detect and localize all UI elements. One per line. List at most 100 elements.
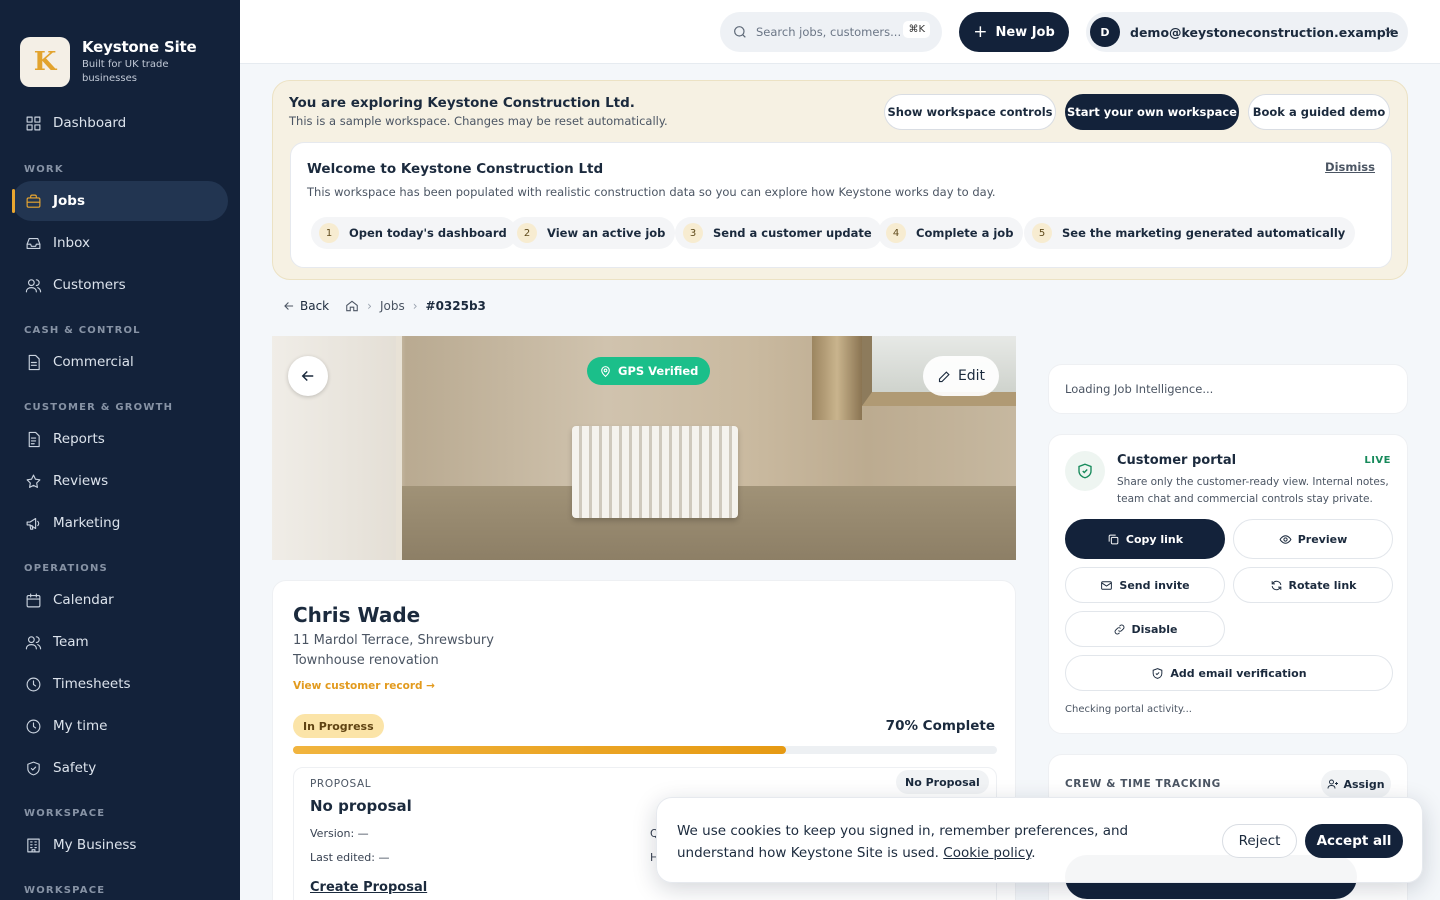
edit-photo-button[interactable]: Edit [923, 356, 999, 396]
onboarding-step[interactable]: 1 Open today's dashboard [311, 217, 517, 249]
status-badge: In Progress [293, 714, 384, 738]
sidebar-item-team[interactable]: Team [12, 622, 228, 662]
sidebar-item-dashboard[interactable]: Dashboard [12, 103, 228, 143]
location-pin-icon [601, 365, 610, 377]
send-invite-button[interactable]: Send invite [1065, 567, 1225, 603]
cookie-period: . [1031, 845, 1036, 861]
dismiss-link[interactable]: Dismiss [1325, 160, 1375, 174]
onboarding-step[interactable]: 2 View an active job [509, 217, 676, 249]
sidebar-item-label: Marketing [53, 515, 121, 531]
reject-cookies-button[interactable]: Reject [1222, 824, 1297, 858]
home-icon[interactable] [345, 299, 359, 313]
sidebar-item-commercial[interactable]: Commercial [12, 342, 228, 382]
inbox-icon [24, 234, 42, 252]
start-workspace-button[interactable]: Start your own workspace [1065, 94, 1239, 130]
portal-live-badge: LIVE [1364, 455, 1391, 466]
proposal-label: PROPOSAL [310, 778, 372, 790]
shield-check-icon [1065, 451, 1105, 491]
avatar: D [1090, 17, 1120, 47]
show-workspace-controls-button[interactable]: Show workspace controls [884, 94, 1056, 130]
calendar-icon [24, 591, 42, 609]
clock-icon [24, 675, 42, 693]
back-label: Back [300, 299, 330, 313]
step-label: Complete a job [916, 226, 1014, 240]
nav-section-cash: CASH & CONTROL [24, 325, 141, 336]
onboarding-step[interactable]: 3 Send a customer update [675, 217, 882, 249]
sidebar-item-marketing[interactable]: Marketing [12, 503, 228, 543]
sidebar-item-label: Jobs [53, 193, 85, 209]
sidebar-item-safety[interactable]: Safety [12, 748, 228, 788]
preview-button[interactable]: Preview [1233, 519, 1393, 559]
proposal-status-badge: No Proposal [896, 770, 989, 794]
sidebar-item-my-business[interactable]: My Business [12, 825, 228, 865]
eye-icon [1279, 534, 1292, 544]
breadcrumb-jobs[interactable]: Jobs [380, 299, 405, 313]
sidebar-item-timesheets[interactable]: Timesheets [12, 664, 228, 704]
sidebar-item-label: Calendar [53, 592, 114, 608]
view-customer-record-link[interactable]: View customer record → [293, 680, 435, 692]
portal-description: Share only the customer-ready view. Inte… [1117, 476, 1389, 505]
topbar: Search jobs, customers... ⌘K + New Job D… [240, 0, 1440, 64]
document-icon [24, 353, 42, 371]
onboarding-step[interactable]: 4 Complete a job [878, 217, 1024, 249]
sidebar-item-my-time[interactable]: My time [12, 706, 228, 746]
progress-bar [293, 746, 997, 754]
sidebar-item-calendar[interactable]: Calendar [12, 580, 228, 620]
sidebar-item-label: Inbox [53, 235, 90, 251]
sidebar-item-reports[interactable]: Reports [12, 419, 228, 459]
sidebar-item-label: Customers [53, 277, 126, 293]
brand[interactable]: K Keystone Site Built for UK trade busin… [0, 0, 240, 100]
new-job-button[interactable]: + New Job [959, 12, 1069, 52]
chevron-down-icon [1385, 28, 1393, 34]
step-number: 5 [1032, 223, 1052, 243]
welcome-title: Welcome to Keystone Construction Ltd [307, 161, 604, 177]
onboarding-step[interactable]: 5 See the marketing generated automatica… [1024, 217, 1356, 249]
accept-cookies-button[interactable]: Accept all [1305, 824, 1403, 858]
sidebar-item-label: Reports [53, 431, 105, 447]
search-input[interactable]: Search jobs, customers... ⌘K [720, 12, 942, 52]
brand-logo: K [20, 37, 70, 87]
preview-label: Preview [1297, 532, 1348, 546]
step-number: 2 [517, 223, 537, 243]
cookie-policy-link[interactable]: Cookie policy [943, 845, 1031, 861]
photo-curtain [812, 336, 862, 420]
disable-button[interactable]: Disable [1065, 611, 1225, 647]
clock-icon [24, 717, 42, 735]
assign-button[interactable]: Assign [1321, 770, 1391, 798]
shield-check-icon [1153, 667, 1163, 679]
photo-back-button[interactable] [288, 356, 328, 396]
customer-portal-card: Customer portal LIVE Share only the cust… [1048, 434, 1408, 734]
brand-name: Keystone Site [82, 38, 197, 56]
nav-section-operations: OPERATIONS [24, 563, 108, 574]
breadcrumb: Back › Jobs › #0325b3 [282, 297, 486, 315]
create-proposal-link[interactable]: Create Proposal [310, 880, 427, 895]
add-email-verification-label: Add email verification [1170, 666, 1307, 680]
book-demo-button[interactable]: Book a guided demo [1248, 94, 1390, 130]
grid-icon [24, 114, 42, 132]
step-number: 3 [683, 223, 703, 243]
breadcrumb-current: #0325b3 [425, 299, 486, 313]
account-menu[interactable]: D demo@keystoneconstruction.example [1086, 12, 1408, 52]
sidebar-item-inbox[interactable]: Inbox [12, 223, 228, 263]
logo-letter: K [33, 47, 57, 77]
breadcrumb-separator: › [367, 299, 372, 313]
copy-link-button[interactable]: Copy link [1065, 519, 1225, 559]
back-link[interactable]: Back [282, 299, 329, 313]
add-email-verification-button[interactable]: Add email verification [1065, 655, 1393, 691]
briefcase-icon [24, 192, 42, 210]
sidebar-item-jobs[interactable]: Jobs [12, 181, 228, 221]
proposal-version: Version: — [310, 827, 369, 840]
sidebar-item-reviews[interactable]: Reviews [12, 461, 228, 501]
plus-icon: + [973, 22, 988, 42]
pencil-icon [938, 370, 950, 382]
gps-verified-badge: GPS Verified [587, 357, 711, 385]
sidebar-item-customers[interactable]: Customers [12, 265, 228, 305]
star-icon [24, 472, 42, 490]
assign-label: Assign [1343, 777, 1385, 791]
report-icon [24, 430, 42, 448]
job-project: Townhouse renovation [293, 653, 439, 668]
send-invite-label: Send invite [1119, 578, 1190, 592]
cookie-message: We use cookies to keep you signed in, re… [677, 820, 1207, 864]
cookie-banner: We use cookies to keep you signed in, re… [656, 797, 1423, 883]
rotate-link-button[interactable]: Rotate link [1233, 567, 1393, 603]
